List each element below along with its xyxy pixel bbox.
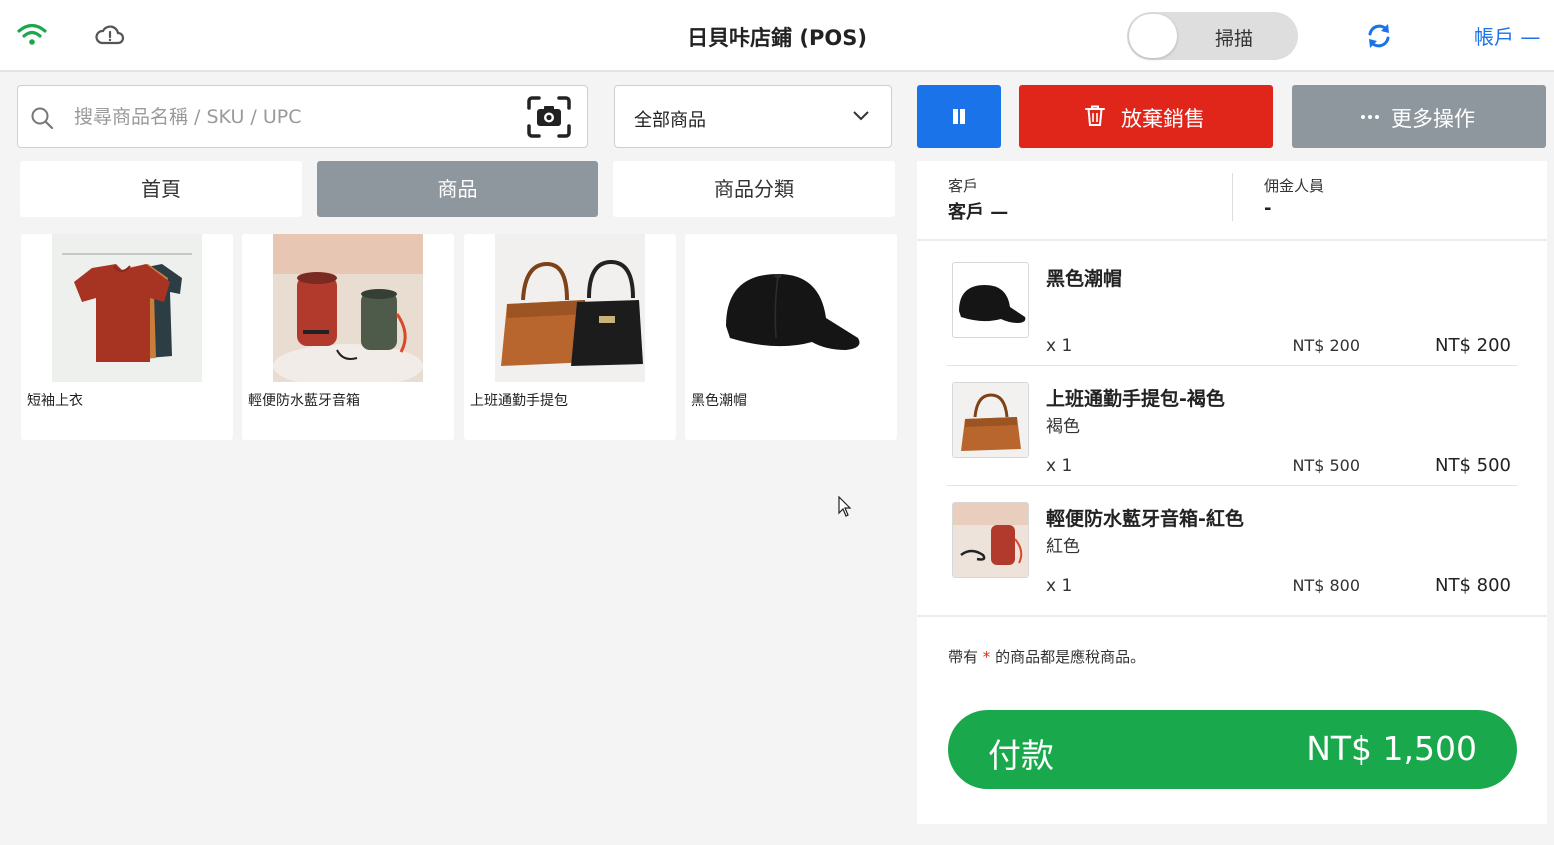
cart-line-item[interactable]: 上班通勤手提包-褐色 褐色 x 1 NT$ 500 NT$ 500 — [947, 366, 1517, 486]
cart-item-unit-price: NT$ 200 — [1292, 336, 1360, 355]
cart-item-unit-price: NT$ 500 — [1292, 456, 1360, 475]
cart-line-item[interactable]: 輕便防水藍牙音箱-紅色 紅色 x 1 NT$ 800 NT$ 800 — [947, 486, 1517, 606]
search-box — [17, 85, 588, 148]
search-input[interactable] — [74, 100, 514, 134]
toggle-knob — [1129, 14, 1177, 58]
top-bar: 日貝咔店鋪 (POS) 掃描 帳戶 — — [0, 0, 1554, 72]
product-name: 短袖上衣 — [27, 393, 83, 409]
cart-item-total: NT$ 500 — [1435, 455, 1511, 476]
cart-item-name: 輕便防水藍牙音箱-紅色 — [1046, 508, 1244, 530]
customer-label: 客戶 — [948, 177, 979, 195]
tab-categories[interactable]: 商品分類 — [613, 161, 895, 217]
cap-thumbnail — [952, 262, 1029, 338]
search-icon — [31, 107, 54, 130]
tax-note-text: 的商品都是應稅商品。 — [995, 648, 1146, 666]
cap-image — [716, 234, 866, 382]
cart-header: 客戶 客戶 — 佣金人員 - — [917, 161, 1547, 241]
pause-sale-button[interactable] — [917, 85, 1001, 148]
pay-label: 付款 — [988, 736, 1054, 775]
commission-label: 佣金人員 — [1264, 177, 1325, 195]
tshirt-image — [52, 234, 202, 382]
page-title: 日貝咔店鋪 (POS) — [687, 26, 867, 50]
ellipsis-icon — [1361, 115, 1379, 119]
category-select[interactable]: 全部商品 — [614, 85, 892, 148]
cart-item-total: NT$ 200 — [1435, 335, 1511, 356]
product-name: 輕便防水藍牙音箱 — [248, 393, 360, 409]
pay-button[interactable]: 付款 NT$ 1,500 — [948, 710, 1517, 789]
tax-star: * — [982, 648, 991, 666]
product-card[interactable]: 上班通勤手提包 — [464, 234, 676, 440]
speaker-thumbnail — [952, 502, 1029, 578]
divider — [1232, 173, 1233, 221]
tab-home[interactable]: 首頁 — [20, 161, 302, 217]
account-menu[interactable]: 帳戶 — — [1474, 21, 1540, 50]
cart-item-total: NT$ 800 — [1435, 575, 1511, 596]
tax-note: 帶有 * 的商品都是應稅商品。 — [948, 646, 1145, 667]
more-actions-label: 更多操作 — [1391, 107, 1475, 131]
product-name: 黑色潮帽 — [691, 393, 747, 409]
tax-note-text: 帶有 — [948, 648, 979, 666]
scan-toggle[interactable]: 掃描 — [1127, 12, 1298, 60]
cart-line-item[interactable]: 黑色潮帽 x 1 NT$ 200 NT$ 200 — [947, 246, 1517, 366]
product-card[interactable]: 輕便防水藍牙音箱 — [242, 234, 454, 440]
pay-amount: NT$ 1,500 — [1306, 729, 1477, 768]
commission-value: - — [1264, 198, 1272, 219]
speaker-image — [273, 234, 423, 382]
camera-scan-icon[interactable] — [527, 96, 571, 138]
discard-sale-button[interactable]: 放棄銷售 — [1019, 85, 1273, 148]
discard-sale-label: 放棄銷售 — [1121, 107, 1205, 131]
customer-value: 客戶 — — [948, 202, 1009, 223]
product-card[interactable]: 黑色潮帽 — [685, 234, 897, 440]
cart-item-variant: 紅色 — [1046, 537, 1080, 557]
cart-item-unit-price: NT$ 800 — [1292, 576, 1360, 595]
cart-item-qty: x 1 — [1046, 576, 1073, 596]
cart-item-name: 上班通勤手提包-褐色 — [1046, 388, 1225, 410]
handbag-thumbnail — [952, 382, 1029, 458]
product-card[interactable]: 短袖上衣 — [21, 234, 233, 440]
cart-item-qty: x 1 — [1046, 336, 1073, 356]
handbag-image — [495, 234, 645, 382]
tab-products[interactable]: 商品 — [317, 161, 598, 217]
cart-panel: 客戶 客戶 — 佣金人員 - 黑色潮帽 x 1 NT$ 200 NT$ 200 — [917, 161, 1547, 824]
more-actions-button[interactable]: 更多操作 — [1292, 85, 1546, 148]
chevron-down-icon — [853, 111, 869, 121]
product-name: 上班通勤手提包 — [470, 393, 568, 409]
refresh-icon[interactable] — [1364, 21, 1394, 51]
mouse-cursor-icon — [838, 496, 852, 517]
scan-label: 掃描 — [1215, 28, 1254, 50]
divider — [917, 615, 1547, 617]
cart-item-qty: x 1 — [1046, 456, 1073, 476]
cart-item-name: 黑色潮帽 — [1046, 268, 1123, 290]
trash-icon — [1085, 105, 1105, 126]
cart-item-variant: 褐色 — [1046, 417, 1080, 437]
category-select-value: 全部商品 — [634, 110, 706, 131]
